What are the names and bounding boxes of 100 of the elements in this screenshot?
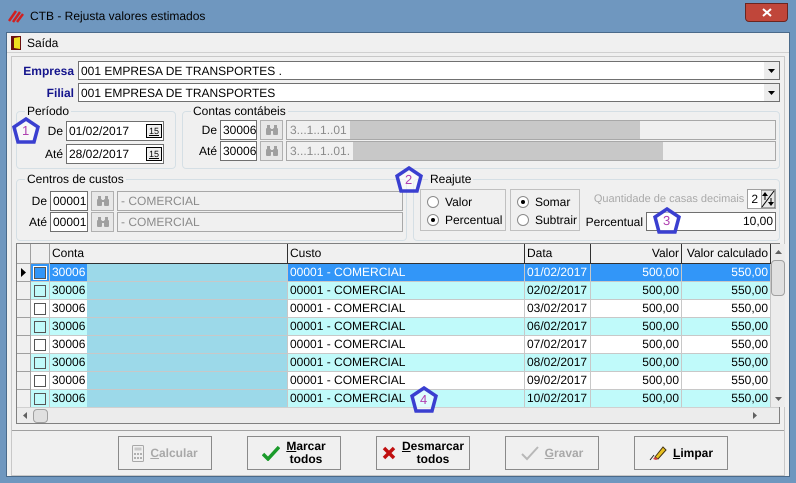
action-button[interactable]: Marcar todos — [247, 436, 341, 470]
table-cell: 500,00 — [591, 354, 682, 372]
action-button[interactable]: Desmarcar todos — [376, 436, 470, 470]
table-cell: 550,00 — [682, 390, 771, 408]
table-cell: 30006 — [50, 372, 88, 389]
table-cell: 500,00 — [591, 282, 682, 300]
menu-item[interactable]: Saída — [11, 34, 58, 52]
radio-option[interactable]: Somar — [517, 193, 579, 211]
calendar-button[interactable]: 15 — [146, 146, 162, 160]
description-field: 3...1..1..01 — [286, 120, 776, 140]
door-icon — [11, 36, 21, 50]
callout-marker — [410, 386, 438, 413]
table-cell: 00001 - COMERCIAL — [288, 300, 525, 318]
scroll-thumb[interactable] — [33, 408, 48, 422]
current-row-icon — [21, 268, 26, 277]
callout-number: 4 — [420, 393, 428, 406]
table-cell: 00001 - COMERCIAL — [288, 354, 525, 372]
field-label: De — [30, 192, 47, 210]
close-icon — [762, 8, 772, 16]
field-label: Percentual — [586, 214, 643, 230]
callout-number: 3 — [663, 214, 670, 227]
code-field[interactable]: 00001 — [50, 212, 88, 232]
table-row[interactable]: 30006 00001 - COMERCIAL 08/02/2017 500,00 550,00 — [17, 354, 771, 372]
scroll-up-icon — [774, 250, 782, 254]
horizontal-scrollbar[interactable] — [17, 407, 779, 423]
code-field[interactable]: 30006 — [220, 120, 257, 140]
table-row[interactable]: 30006 00001 - COMERCIAL 07/02/2017 500,00 550,00 — [17, 336, 771, 354]
scroll-left-icon — [23, 412, 27, 419]
code-field[interactable]: 30006 — [220, 140, 257, 160]
table-cell: 500,00 — [591, 300, 682, 318]
description-field: - COMERCIAL — [117, 190, 403, 210]
callout-marker — [653, 207, 681, 234]
row-checkbox[interactable] — [34, 284, 46, 296]
radio-option[interactable]: Valor — [427, 193, 505, 211]
table-cell: 30006 — [50, 318, 88, 335]
table-cell: 30006 — [50, 354, 88, 371]
table-cell: 500,00 — [591, 372, 682, 390]
table-cell: 550,00 — [682, 300, 771, 318]
callout-marker — [12, 117, 40, 144]
table-row[interactable]: 30006 00001 - COMERCIAL 03/02/2017 500,00 550,00 — [17, 300, 771, 318]
table-cell: 30006 — [50, 282, 88, 299]
radio-option[interactable]: Percentual — [427, 211, 505, 229]
close-icon — [382, 446, 396, 460]
table-cell: 550,00 — [682, 318, 771, 336]
table-cell: 00001 - COMERCIAL — [288, 264, 525, 282]
company-dropdown[interactable]: 001 EMPRESA DE TRANSPORTES . — [78, 61, 780, 80]
vertical-scrollbar[interactable] — [771, 244, 785, 407]
eraser-icon — [648, 445, 667, 461]
table-cell: 550,00 — [682, 372, 771, 390]
row-checkbox[interactable] — [34, 302, 46, 314]
scroll-right-icon — [753, 412, 757, 419]
calendar-button[interactable]: 15 — [146, 124, 162, 138]
table-cell: 30006 — [50, 336, 88, 353]
table-cell: 08/02/2017 — [525, 354, 591, 372]
check-icon — [262, 445, 280, 461]
binoculars-icon — [96, 216, 108, 226]
table-cell: 30006 — [50, 390, 88, 407]
table-cell: 01/02/2017 — [525, 264, 591, 282]
callout-number: 2 — [405, 173, 412, 186]
row-checkbox[interactable] — [34, 338, 46, 350]
scroll-down-icon — [774, 397, 782, 401]
description-field: - COMERCIAL — [117, 212, 403, 232]
table-cell: 500,00 — [591, 390, 682, 408]
field-label: Filial — [46, 84, 74, 102]
table-cell: 00001 - COMERCIAL — [288, 318, 525, 336]
table-cell: 550,00 — [682, 336, 771, 354]
date-field[interactable]: 01/02/2017 15 — [66, 120, 164, 140]
scroll-thumb[interactable] — [771, 260, 785, 296]
table-row[interactable]: 30006 00001 - COMERCIAL 06/02/2017 500,00 550,00 — [17, 318, 771, 336]
table-row[interactable]: 30006 00001 - COMERCIAL 02/02/2017 500,00 550,00 — [17, 282, 771, 300]
table-cell: 10/02/2017 — [525, 390, 591, 408]
row-checkbox[interactable] — [34, 356, 46, 368]
action-button[interactable]: Limpar — [634, 436, 728, 470]
table-row[interactable]: 30006 00001 - COMERCIAL 09/02/2017 500,00 550,00 — [17, 372, 771, 390]
calculator-icon — [132, 444, 144, 462]
code-field[interactable]: 00001 — [50, 190, 88, 210]
field-label: Até — [44, 146, 63, 162]
table-cell: 03/02/2017 — [525, 300, 591, 318]
table-cell: 06/02/2017 — [525, 318, 591, 336]
table-cell: 30006 — [50, 300, 88, 317]
radio-option[interactable]: Subtrair — [517, 211, 579, 229]
row-checkbox[interactable] — [34, 266, 46, 278]
field-label: Empresa — [22, 62, 74, 80]
callout-marker — [395, 166, 423, 193]
row-checkbox[interactable] — [34, 374, 46, 386]
company-dropdown[interactable]: 001 EMPRESA DE TRANSPORTES — [78, 83, 780, 102]
date-field[interactable]: 28/02/2017 15 — [66, 144, 164, 164]
row-checkbox[interactable] — [34, 320, 46, 332]
row-checkbox[interactable] — [34, 392, 46, 404]
table-cell: 500,00 — [591, 318, 682, 336]
field-label: Quantidade de casas decimais — [594, 192, 744, 207]
close-button[interactable] — [745, 2, 788, 22]
table-cell: 550,00 — [682, 264, 771, 282]
field-label: De — [200, 122, 217, 138]
description-field: 3...1..1..01. — [286, 140, 776, 160]
table-cell: 500,00 — [591, 264, 682, 282]
table-cell: 550,00 — [682, 354, 771, 372]
logo-icon — [8, 9, 24, 23]
table-cell: 30006 — [50, 264, 88, 281]
table-cell: 550,00 — [682, 282, 771, 300]
